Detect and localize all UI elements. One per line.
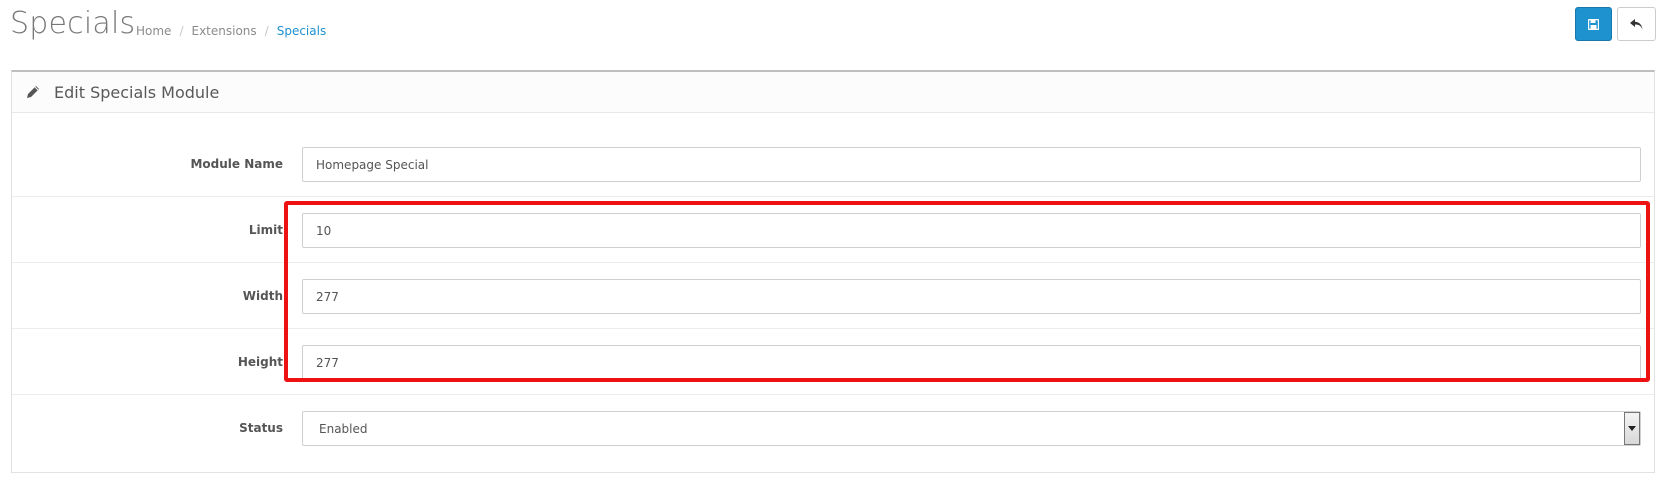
form-row-height: Height xyxy=(12,329,1654,395)
status-selected-value: Enabled xyxy=(319,421,368,436)
page-title: Specials xyxy=(10,6,136,41)
module-name-input[interactable] xyxy=(302,147,1641,182)
breadcrumb-home-link[interactable]: Home xyxy=(136,24,171,38)
panel-title: Edit Specials Module xyxy=(54,82,220,102)
breadcrumb-separator: / xyxy=(264,24,269,38)
breadcrumb-specials-link[interactable]: Specials xyxy=(277,24,327,38)
height-input[interactable] xyxy=(302,345,1641,380)
save-icon xyxy=(1587,15,1600,34)
breadcrumb-extensions-link[interactable]: Extensions xyxy=(191,24,256,38)
reply-icon xyxy=(1630,15,1643,34)
height-label: Height xyxy=(237,355,283,369)
limit-label: Limit xyxy=(248,223,283,237)
save-button[interactable] xyxy=(1575,7,1612,41)
back-button[interactable] xyxy=(1617,7,1656,41)
status-label: Status xyxy=(239,421,283,435)
form-row-limit: Limit xyxy=(12,197,1654,263)
module-name-label: Module Name xyxy=(190,157,283,171)
width-input[interactable] xyxy=(302,279,1641,314)
pencil-icon xyxy=(26,84,42,100)
status-select[interactable]: Enabled xyxy=(302,411,1641,446)
limit-input[interactable] xyxy=(302,213,1641,248)
breadcrumb-separator: / xyxy=(179,24,184,38)
edit-module-panel: Edit Specials Module Module Name Limit W… xyxy=(11,70,1655,473)
width-label: Width xyxy=(242,289,283,303)
panel-heading: Edit Specials Module xyxy=(12,72,1654,113)
form-row-width: Width xyxy=(12,263,1654,329)
chevron-down-icon[interactable] xyxy=(1624,412,1640,445)
form-row-module-name: Module Name xyxy=(12,131,1654,197)
form-row-status: Status Enabled xyxy=(12,395,1654,461)
breadcrumb: Home / Extensions / Specials xyxy=(136,24,326,38)
